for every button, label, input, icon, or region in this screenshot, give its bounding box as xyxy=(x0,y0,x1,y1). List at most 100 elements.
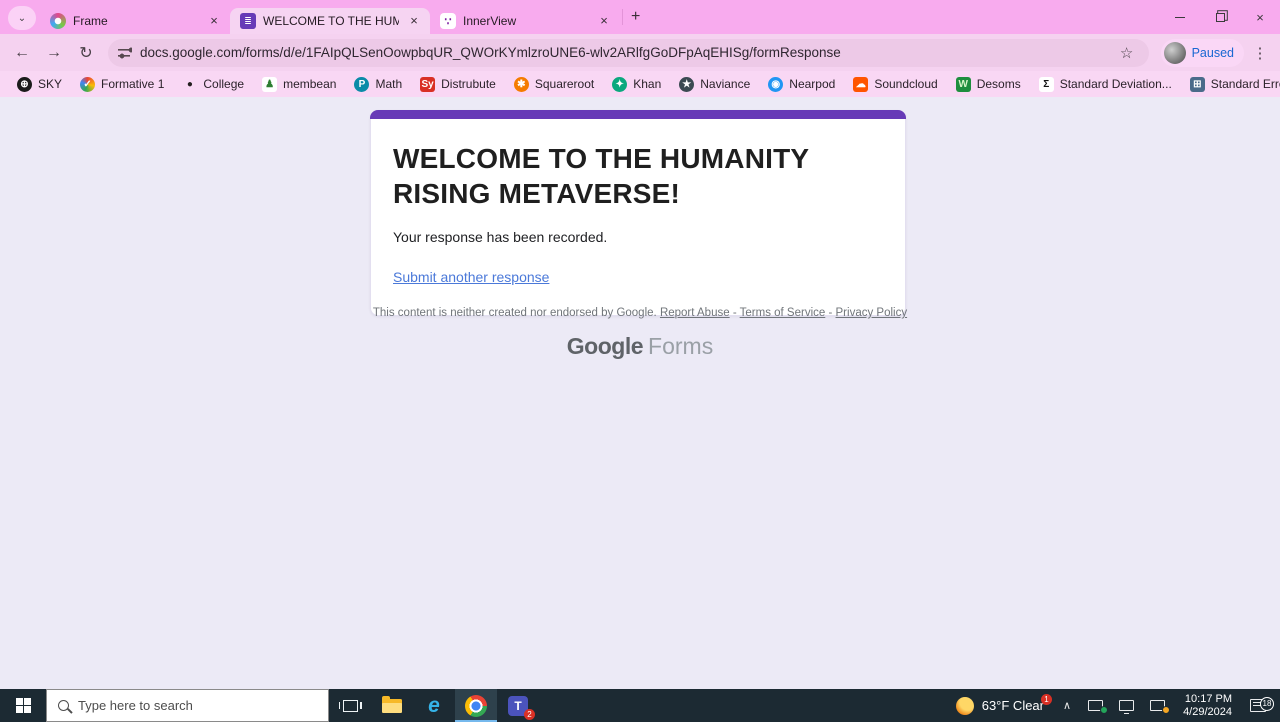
file-explorer-icon xyxy=(382,695,402,713)
nearpod-circle-icon: ◉ xyxy=(768,76,784,92)
weather-widget[interactable]: 1 63°F Clear xyxy=(946,693,1054,715)
p-circle-icon: P xyxy=(354,76,370,92)
bookmark-item[interactable]: Σ Standard Deviation... xyxy=(1030,73,1181,95)
monitor-icon xyxy=(1119,700,1135,714)
tab-search-button[interactable]: ⌄ xyxy=(8,6,36,30)
form-response-card: WELCOME TO THE HUMANITY RISING METAVERSE… xyxy=(370,110,906,316)
bookmark-item[interactable]: W Desoms xyxy=(947,73,1030,95)
minimize-icon xyxy=(1175,16,1185,18)
bookmark-item[interactable]: ♟ membean xyxy=(253,73,345,95)
notification-count-badge: 18 xyxy=(1260,697,1274,711)
google-logo-text: Google xyxy=(566,333,644,359)
taskbar-clock[interactable]: 10:17 PM 4/29/2024 xyxy=(1173,693,1242,719)
tray-expand-button[interactable]: ∧ xyxy=(1054,699,1080,712)
terms-of-service-link[interactable]: Terms of Service xyxy=(740,307,826,319)
weather-text: 63°F Clear xyxy=(981,698,1044,713)
file-explorer-button[interactable] xyxy=(371,689,413,722)
cloud-icon: ☁ xyxy=(853,76,869,92)
bookmark-item[interactable]: Sy Distrubute xyxy=(411,73,505,95)
tab-humanity-active[interactable]: ≣ WELCOME TO THE HUMANITY × xyxy=(230,8,430,34)
bookmark-item[interactable]: ✱ Squareroot xyxy=(505,73,603,95)
tab-frame[interactable]: Frame × xyxy=(40,8,230,34)
bookmarks-list: ⊕ SKY ✓ Formative 1 ● College ♟ membean … xyxy=(8,73,1280,95)
sigma-icon: Σ xyxy=(1038,76,1054,92)
sy-square-icon: Sy xyxy=(420,76,436,92)
window-controls: × xyxy=(1160,0,1280,34)
chrome-icon xyxy=(465,694,487,717)
khan-leaf-icon: ✦ xyxy=(612,76,628,92)
tab-title: WELCOME TO THE HUMANITY xyxy=(263,14,399,28)
site-info-icon[interactable] xyxy=(118,46,132,59)
bookmark-star-icon[interactable]: ☆ xyxy=(1115,44,1139,62)
browser-toolbar: ← → ↻ docs.google.com/forms/d/e/1FAIpQLS… xyxy=(0,34,1280,71)
forms-logo-text: Forms xyxy=(648,333,714,359)
search-placeholder: Type here to search xyxy=(78,698,193,713)
browser-titlebar: ⌄ Frame × ≣ WELCOME TO THE HUMANITY × ∵ … xyxy=(0,0,1280,34)
tab-divider xyxy=(622,9,623,25)
new-tab-button[interactable]: + xyxy=(631,8,640,26)
calculator-icon: ⊞ xyxy=(1189,76,1205,92)
display-connect-button[interactable] xyxy=(1111,700,1142,714)
tray-app-button[interactable] xyxy=(1080,700,1111,714)
internet-explorer-icon: e xyxy=(428,694,440,717)
card-body: WELCOME TO THE HUMANITY RISING METAVERSE… xyxy=(371,119,905,315)
bookmark-item[interactable]: ✦ Khan xyxy=(603,73,670,95)
internet-explorer-button[interactable]: e xyxy=(413,689,455,722)
task-view-icon xyxy=(338,699,362,712)
url-text[interactable]: docs.google.com/forms/d/e/1FAIpQLSenOowp… xyxy=(140,45,1107,60)
action-center-button[interactable]: 18 xyxy=(1242,697,1280,712)
confirmation-text: Your response has been recorded. xyxy=(393,229,608,245)
chrome-taskbar-button[interactable] xyxy=(455,689,497,722)
report-abuse-link[interactable]: Report Abuse xyxy=(660,307,730,319)
bookmark-item[interactable]: ☁ Soundcloud xyxy=(844,73,946,95)
tab-innerview[interactable]: ∵ InnerView × xyxy=(430,8,620,34)
close-button[interactable]: × xyxy=(1240,0,1280,34)
start-button[interactable] xyxy=(0,689,46,722)
status-dot-orange xyxy=(1162,706,1171,714)
acorn-icon: ● xyxy=(186,78,193,90)
bookmark-item[interactable]: ◉ Nearpod xyxy=(759,73,844,95)
restore-button[interactable] xyxy=(1200,0,1240,34)
system-tray: 1 63°F Clear ∧ 10:17 PM 4/29/2024 18 xyxy=(946,689,1280,722)
bookmark-item[interactable]: ⊕ SKY xyxy=(8,73,71,95)
minimize-button[interactable] xyxy=(1160,0,1200,34)
reload-button[interactable]: ↻ xyxy=(72,39,100,67)
tab-title: InnerView xyxy=(463,14,517,28)
bookmark-item[interactable]: ★ Naviance xyxy=(670,73,759,95)
bookmark-item[interactable]: P Math xyxy=(345,73,411,95)
address-bar[interactable]: docs.google.com/forms/d/e/1FAIpQLSenOowp… xyxy=(108,38,1149,67)
forward-button[interactable]: → xyxy=(40,39,68,67)
taskbar-search-input[interactable]: Type here to search xyxy=(46,689,329,722)
tray-app-button-2[interactable] xyxy=(1142,700,1173,714)
clock-date: 4/29/2024 xyxy=(1183,705,1232,718)
task-view-button[interactable] xyxy=(329,689,371,722)
teams-button[interactable]: T 2 xyxy=(497,689,539,722)
windows-logo-icon xyxy=(15,698,31,713)
tab-close-icon[interactable]: × xyxy=(596,13,612,29)
bookmark-item[interactable]: ● College xyxy=(173,73,253,95)
tab-close-icon[interactable]: × xyxy=(206,13,222,29)
formative-check-icon: ✓ xyxy=(80,76,96,92)
flower-icon: ✱ xyxy=(513,76,529,92)
globe-icon: ⊕ xyxy=(17,76,32,92)
clear-night-weather-icon xyxy=(955,696,974,715)
desktop-screen: ⌄ Frame × ≣ WELCOME TO THE HUMANITY × ∵ … xyxy=(0,0,1280,722)
sync-status-badge: Paused xyxy=(1191,45,1234,60)
search-icon xyxy=(58,700,69,711)
compass-icon: ★ xyxy=(679,76,695,92)
footer-disclaimer: This content is neither created nor endo… xyxy=(372,307,657,319)
bookmark-item[interactable]: ⊞ Standard Error Calc... xyxy=(1181,73,1280,95)
submit-another-response-link[interactable]: Submit another response xyxy=(393,269,549,285)
status-dot-green xyxy=(1100,706,1109,714)
form-title: WELCOME TO THE HUMANITY RISING METAVERSE… xyxy=(393,143,809,209)
bookmark-item[interactable]: ✓ Formative 1 xyxy=(71,73,173,95)
windows-taskbar: Type here to search e T 2 1 63°F Clear ∧ xyxy=(0,689,1280,722)
back-button[interactable]: ← xyxy=(8,39,36,67)
bookmarks-bar: ⊕ SKY ✓ Formative 1 ● College ♟ membean … xyxy=(0,71,1280,97)
profile-button[interactable]: Paused xyxy=(1160,38,1244,67)
card-accent-bar xyxy=(370,110,906,119)
tab-close-icon[interactable]: × xyxy=(406,13,422,29)
privacy-policy-link[interactable]: Privacy Policy xyxy=(836,307,908,319)
browser-menu-button[interactable]: ⋮ xyxy=(1248,44,1272,62)
google-forms-favicon-icon: ≣ xyxy=(240,13,256,29)
